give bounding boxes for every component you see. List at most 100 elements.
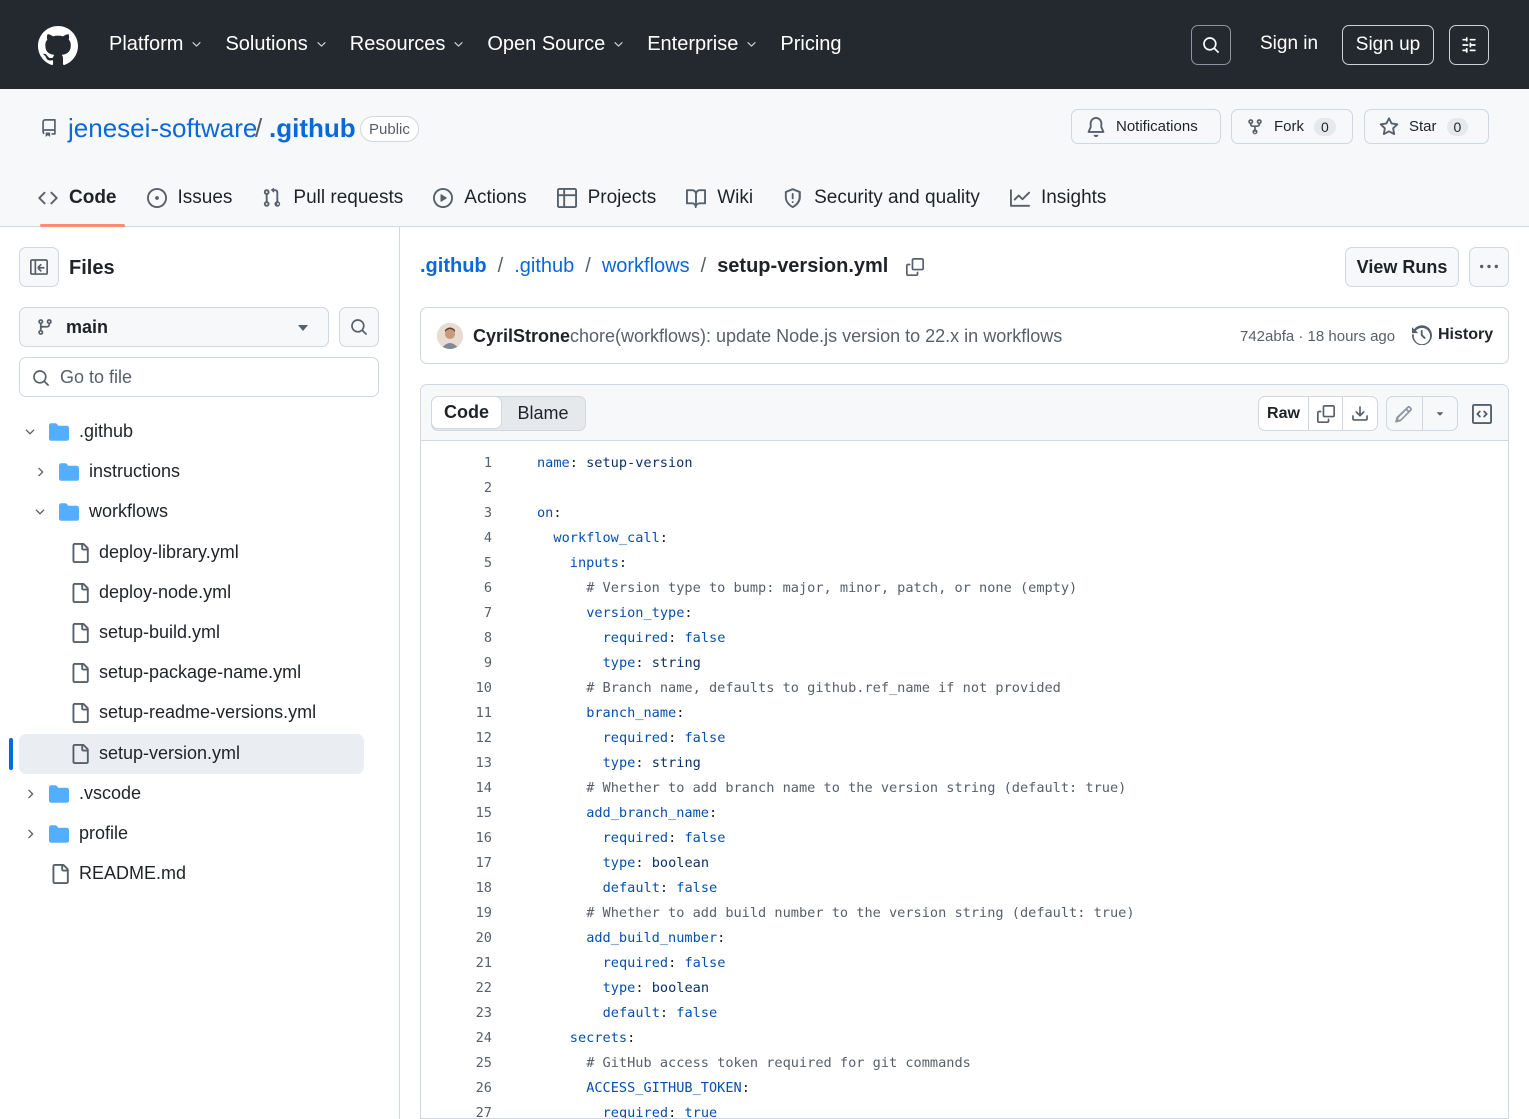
go-to-file-input[interactable]: Go to file [19,357,379,397]
tree-item-label: README.md [79,863,187,884]
more-options-button[interactable] [1469,247,1509,287]
line-number[interactable]: 23 [421,1001,492,1026]
tree-folder[interactable]: instructions [0,452,400,492]
tab-insights[interactable]: Insights [1009,180,1106,216]
repo-owner-link[interactable]: jenesei-software [68,113,257,144]
symbols-panel-button[interactable] [1466,396,1497,431]
line-number[interactable]: 4 [421,526,492,551]
nav-pricing[interactable]: Pricing [780,33,841,56]
nav-resources[interactable]: Resources [350,33,466,56]
line-number[interactable]: 22 [421,976,492,1001]
tree-file[interactable]: setup-readme-versions.yml [0,693,400,733]
search-icon [351,319,367,335]
breadcrumb-link[interactable]: workflows [602,255,690,278]
repo-name-link[interactable]: .github [269,113,356,144]
tree-folder[interactable]: workflows [0,492,400,532]
code-view-tab[interactable]: Code [431,396,502,429]
file-icon [52,864,69,885]
tree-item-label: deploy-library.yml [99,541,239,562]
commit-meta[interactable]: 742abfa · 18 hours ago [1240,328,1395,345]
tree-file[interactable]: setup-version.yml [19,733,364,774]
breadcrumb-link[interactable]: .github [514,255,574,278]
tree-file[interactable]: setup-package-name.yml [0,653,400,693]
tree-file[interactable]: README.md [0,854,400,894]
settings-menu-button[interactable] [1449,25,1489,65]
download-icon [1352,405,1368,421]
tab-pull-requests[interactable]: Pull requests [262,180,403,216]
view-runs-button[interactable]: View Runs [1345,247,1459,287]
line-content: default: false [537,1001,718,1026]
tree-folder[interactable]: .vscode [0,774,400,814]
sign-up-button[interactable]: Sign up [1342,25,1434,65]
github-logo-icon[interactable] [38,26,78,66]
line-number[interactable]: 27 [421,1101,492,1118]
line-number[interactable]: 11 [421,701,492,726]
line-number[interactable]: 2 [421,476,492,501]
line-number[interactable]: 17 [421,851,492,876]
tree-file[interactable]: setup-build.yml [0,613,400,653]
raw-button[interactable]: Raw [1259,397,1309,430]
code-comment: # Whether to add build number to the ver… [586,905,1135,921]
line-number[interactable]: 21 [421,951,492,976]
nav-platform[interactable]: Platform [109,33,203,56]
line-number[interactable]: 3 [421,501,492,526]
search-button[interactable] [1191,25,1231,65]
line-number[interactable]: 25 [421,1051,492,1076]
tab-security-and-quality[interactable]: Security and quality [783,180,980,216]
nav-solutions[interactable]: Solutions [225,33,327,56]
code-key: branch_name [586,705,677,721]
tree-item-label: profile [79,823,129,843]
line-number[interactable]: 7 [421,601,492,626]
line-number[interactable]: 13 [421,751,492,776]
breadcrumb-link[interactable]: .github [420,255,487,278]
tab-wiki[interactable]: Wiki [686,180,753,216]
nav-open-source[interactable]: Open Source [487,33,625,56]
code-key: on [537,505,554,521]
line-number[interactable]: 19 [421,901,492,926]
line-number[interactable]: 24 [421,1026,492,1051]
line-number[interactable]: 10 [421,676,492,701]
line-number[interactable]: 6 [421,576,492,601]
line-number[interactable]: 9 [421,651,492,676]
tree-folder[interactable]: profile [0,814,400,854]
tab-issues[interactable]: Issues [146,180,232,216]
tab-code[interactable]: Code [38,180,124,227]
line-number[interactable]: 18 [421,876,492,901]
tree-file[interactable]: deploy-node.yml [0,573,400,613]
commit-author[interactable]: CyrilStrone [473,326,570,347]
copy-raw-button[interactable] [1309,397,1343,430]
tree-file[interactable]: deploy-library.yml [0,533,400,573]
collapse-sidebar-button[interactable] [19,247,59,287]
line-number[interactable]: 16 [421,826,492,851]
search-files-button[interactable] [339,307,379,347]
fork-button[interactable]: Fork 0 [1231,109,1353,144]
branch-selector[interactable]: main [19,307,329,347]
line-number[interactable]: 8 [421,626,492,651]
tab-projects[interactable]: Projects [556,180,656,216]
download-button[interactable] [1343,397,1377,430]
nav-enterprise[interactable]: Enterprise [647,33,758,56]
line-number[interactable]: 5 [421,551,492,576]
line-number[interactable]: 26 [421,1076,492,1101]
code-line: 24 secrets: [421,1026,1508,1051]
line-number[interactable]: 15 [421,801,492,826]
breadcrumb-current: setup-version.yml [717,255,889,277]
line-number[interactable]: 1 [421,451,492,476]
tab-actions[interactable]: Actions [433,180,527,216]
notifications-button[interactable]: Notifications [1071,109,1221,144]
tree-folder[interactable]: .github [0,412,400,452]
blame-view-tab[interactable]: Blame [501,397,585,430]
history-button[interactable]: History [1412,325,1493,345]
code-separator: : [659,530,668,546]
line-number[interactable]: 20 [421,926,492,951]
copy-path-button[interactable] [906,257,925,276]
edit-dropdown-button[interactable] [1423,397,1458,430]
line-number[interactable]: 14 [421,776,492,801]
line-number[interactable]: 12 [421,726,492,751]
commit-message[interactable]: chore(workflows): update Node.js version… [570,326,1062,347]
sign-in-link[interactable]: Sign in [1260,33,1318,55]
star-button[interactable]: Star 0 [1364,109,1489,144]
edit-file-button[interactable] [1387,397,1423,430]
avatar[interactable] [437,323,463,349]
nav-label: Pricing [780,33,842,55]
